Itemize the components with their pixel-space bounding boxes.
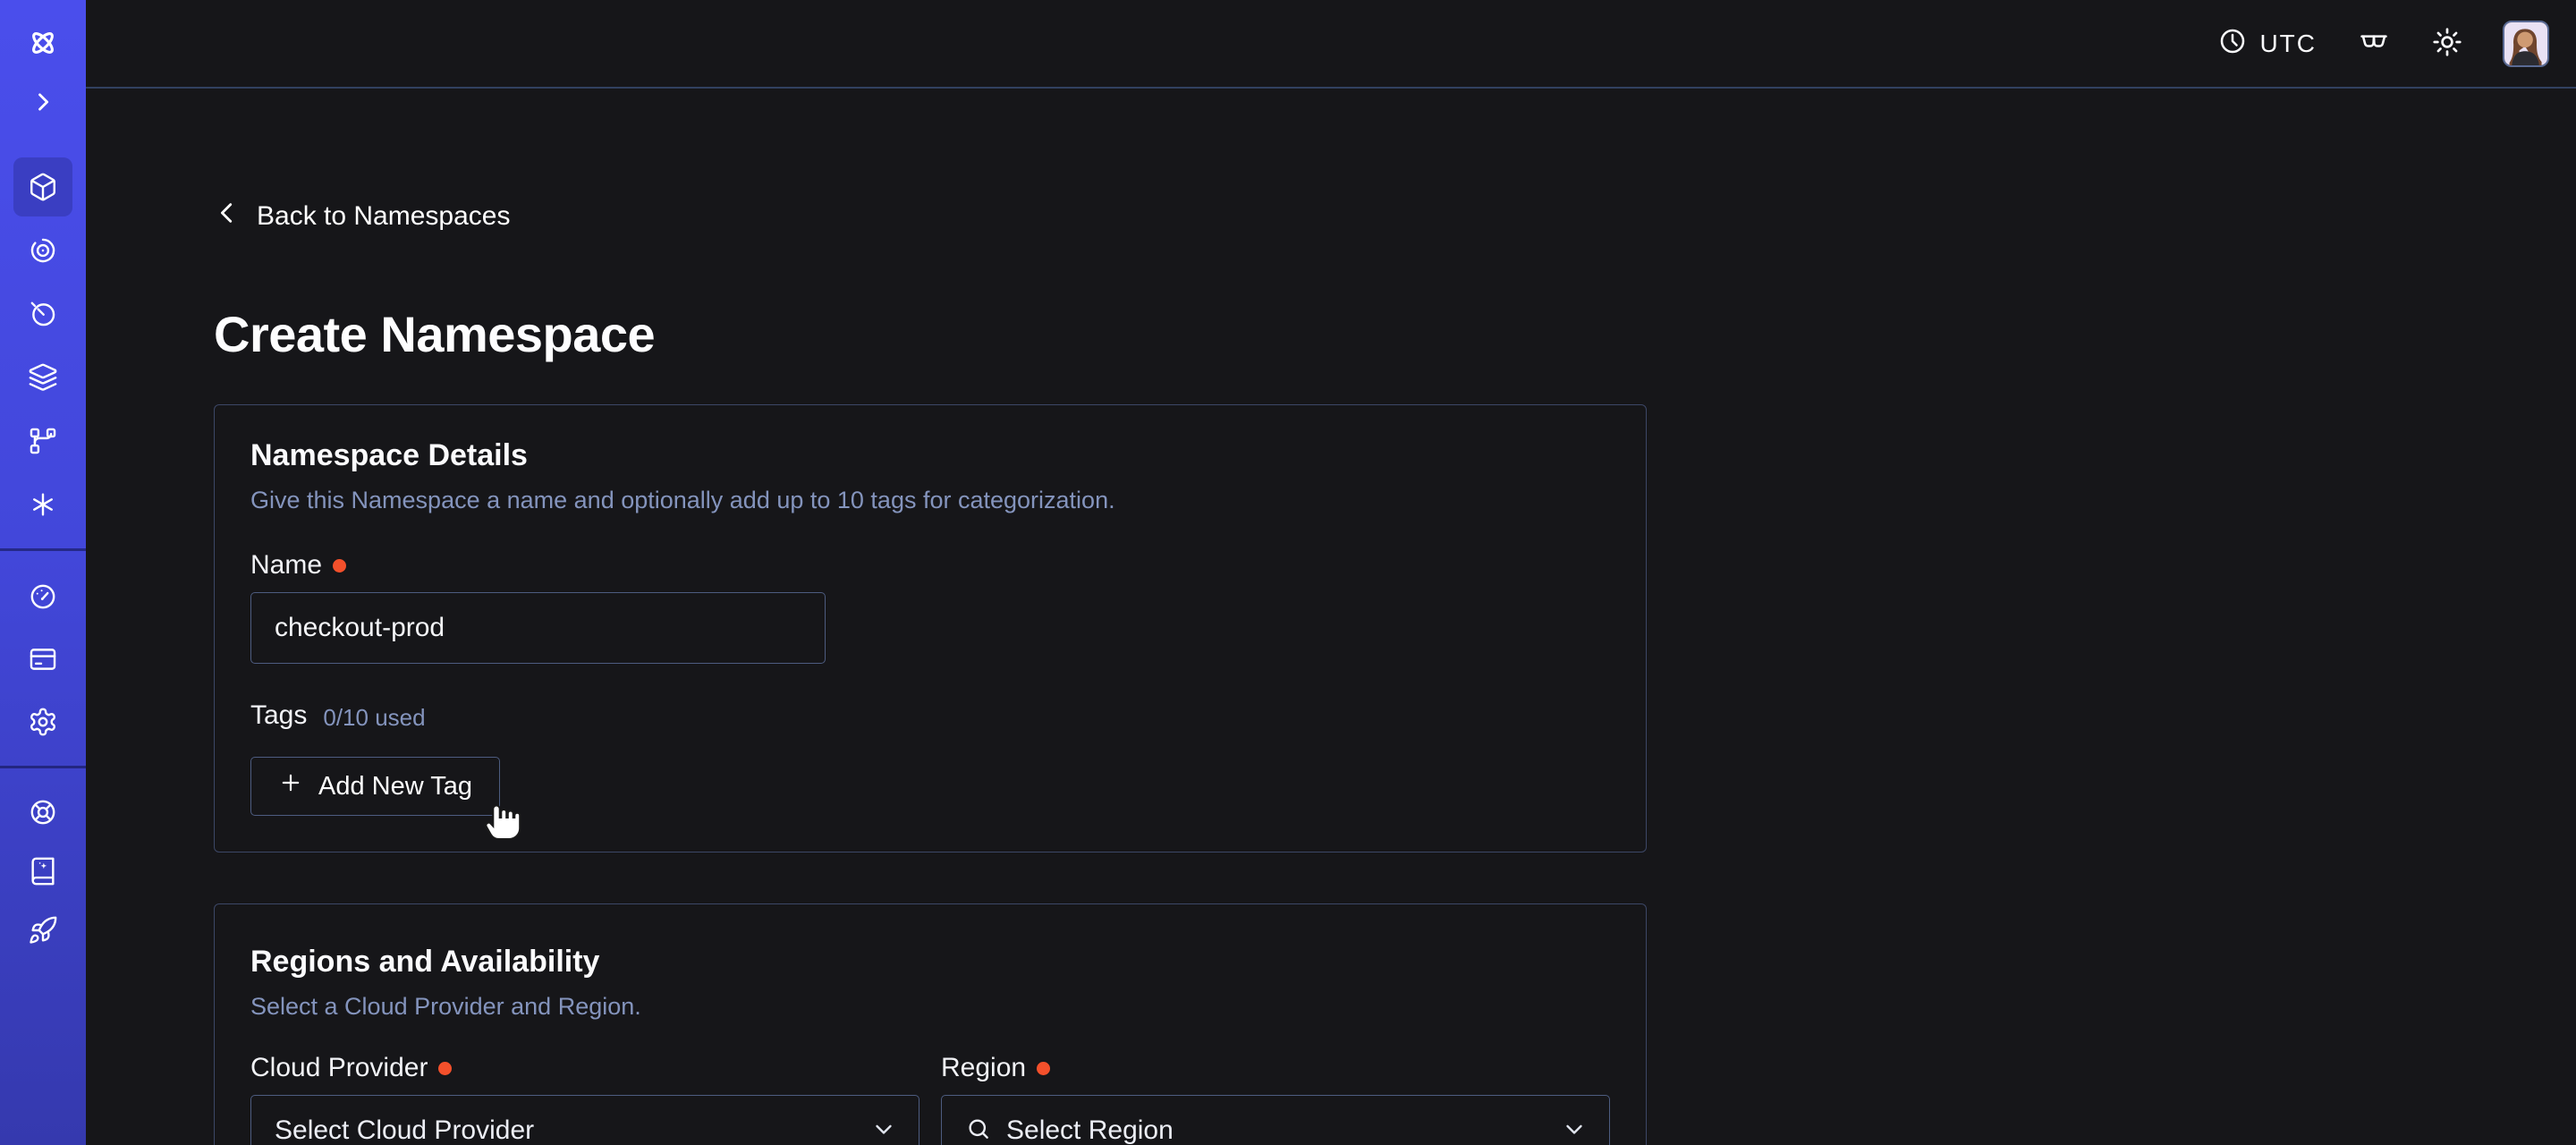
tags-label: Tags — [250, 700, 307, 732]
back-link-label: Back to Namespaces — [257, 201, 510, 232]
cloud-provider-placeholder: Select Cloud Provider — [275, 1115, 534, 1145]
namespace-details-subtitle: Give this Namespace a name and optionall… — [250, 485, 1610, 515]
region-label: Region — [941, 1052, 1026, 1084]
regions-availability-card: Regions and Availability Select a Cloud … — [214, 903, 1647, 1145]
sidebar-item-schedules-timer[interactable] — [13, 284, 72, 344]
namespace-details-title: Namespace Details — [250, 437, 1610, 473]
cloud-provider-select[interactable]: Select Cloud Provider — [250, 1095, 919, 1145]
regions-title: Regions and Availability — [250, 944, 1610, 980]
temporal-logo-icon[interactable] — [23, 23, 63, 63]
avatar-image — [2504, 22, 2547, 65]
required-dot — [333, 559, 346, 572]
timezone-selector[interactable]: UTC — [2218, 27, 2317, 60]
required-dot — [1037, 1062, 1050, 1075]
sidebar-item-docs-book[interactable] — [13, 842, 72, 901]
region-placeholder: Select Region — [1006, 1115, 1174, 1145]
sidebar-item-settings-gear[interactable] — [13, 692, 72, 751]
sidebar-item-batch-pipeline[interactable] — [13, 411, 72, 471]
chevron-left-icon — [214, 199, 241, 233]
user-avatar[interactable] — [2503, 21, 2549, 67]
namespace-name-input[interactable] — [250, 592, 826, 664]
page-title: Create Namespace — [214, 305, 2576, 363]
sidebar-group-1 — [13, 157, 72, 534]
topbar: UTC — [86, 0, 2576, 89]
chevron-right-icon[interactable] — [23, 82, 63, 122]
sidebar-group-3 — [13, 783, 72, 960]
right-column: UTC Back to Namespaces — [86, 0, 2576, 1145]
required-dot — [438, 1062, 452, 1075]
add-new-tag-label: Add New Tag — [318, 772, 472, 802]
sidebar-item-deployments-layers[interactable] — [13, 348, 72, 407]
sidebar-item-getting-started-rocket[interactable] — [13, 901, 72, 960]
region-field: Region Select Region — [941, 1022, 1610, 1145]
sidebar-item-nexus-asterisk[interactable] — [13, 475, 72, 534]
tags-counter: 0/10 used — [323, 704, 425, 732]
sidebar-item-workflows-target[interactable] — [13, 221, 72, 280]
chevron-down-icon — [870, 1115, 897, 1145]
sidebar-item-billing-card[interactable] — [13, 630, 72, 689]
sun-icon — [2431, 26, 2463, 61]
sidebar-item-namespaces-cube[interactable] — [13, 157, 72, 216]
back-to-namespaces-link[interactable]: Back to Namespaces — [214, 199, 510, 233]
sidebar — [0, 0, 86, 1145]
cloud-provider-label: Cloud Provider — [250, 1052, 428, 1084]
region-select[interactable]: Select Region — [941, 1095, 1610, 1145]
search-icon — [965, 1115, 992, 1145]
clock-icon — [2218, 27, 2247, 60]
cloud-provider-field: Cloud Provider Select Cloud Provider — [250, 1022, 919, 1145]
name-label: Name — [250, 549, 322, 581]
timezone-label: UTC — [2259, 30, 2317, 58]
labs-toggle-button[interactable] — [2356, 27, 2392, 60]
plus-icon — [278, 770, 303, 802]
sidebar-divider — [0, 548, 86, 551]
app-root: { "header": { "timezone": "UTC" }, "side… — [0, 0, 2576, 1145]
theme-toggle-button[interactable] — [2431, 26, 2463, 61]
sidebar-item-usage-gauge[interactable] — [13, 567, 72, 626]
sidebar-divider — [0, 766, 86, 768]
sidebar-group-2 — [13, 567, 72, 751]
glasses-icon — [2356, 27, 2392, 60]
namespace-details-card: Namespace Details Give this Namespace a … — [214, 404, 1647, 852]
add-new-tag-button[interactable]: Add New Tag — [250, 757, 500, 816]
main-content: Back to Namespaces Create Namespace Name… — [86, 89, 2576, 1145]
regions-subtitle: Select a Cloud Provider and Region. — [250, 991, 1610, 1022]
sidebar-item-support-lifebuoy[interactable] — [13, 783, 72, 842]
chevron-down-icon — [1561, 1115, 1588, 1145]
